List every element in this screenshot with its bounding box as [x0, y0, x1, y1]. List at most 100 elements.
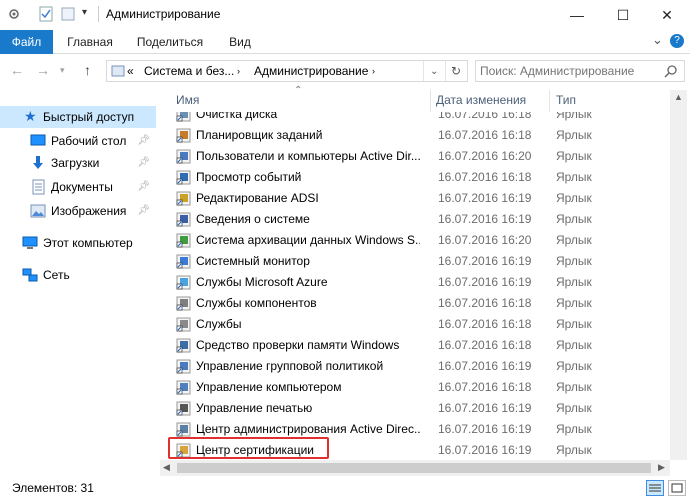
file-row[interactable]: Очистка диска 16.07.2016 16:18 Ярлык: [160, 112, 670, 125]
scroll-up-icon[interactable]: ▲: [674, 92, 683, 102]
breadcrumb-item[interactable]: Система и без...: [144, 64, 234, 78]
nav-item-this-pc[interactable]: Этот компьютер: [0, 232, 156, 254]
shortcut-icon: [176, 212, 191, 227]
column-divider[interactable]: [549, 90, 550, 112]
forward-arrow-icon[interactable]: →: [36, 62, 50, 78]
vertical-scrollbar[interactable]: ▲: [670, 90, 687, 460]
column-divider[interactable]: [430, 90, 431, 112]
file-row[interactable]: Средство проверки памяти Windows 16.07.20…: [160, 335, 670, 356]
breadcrumb-separator-icon[interactable]: ›: [372, 66, 375, 76]
file-type: Ярлык: [556, 380, 592, 394]
file-row[interactable]: Системный монитор 16.07.2016 16:19 Ярлык: [160, 251, 670, 272]
file-type: Ярлык: [556, 149, 592, 163]
large-icons-view-icon: [671, 483, 683, 493]
file-name: Центр администрирования Active Direc...: [196, 422, 420, 436]
scrollbar-thumb[interactable]: [177, 463, 651, 473]
breadcrumb-separator-icon[interactable]: ›: [237, 66, 240, 76]
properties-icon[interactable]: [6, 6, 22, 22]
file-name: Пользователи и компьютеры Active Dir...: [196, 149, 420, 163]
file-row[interactable]: Просмотр событий 16.07.2016 16:18 Ярлык: [160, 167, 670, 188]
file-name: Управление печатью: [196, 401, 313, 415]
nav-item-quick-access[interactable]: ★ Быстрый доступ: [0, 106, 156, 128]
shortcut-icon: [176, 380, 191, 395]
titlebar-divider: [98, 6, 99, 22]
file-row[interactable]: Службы компонентов 16.07.2016 16:18 Ярлык: [160, 293, 670, 314]
window-title: Администрирование: [106, 7, 221, 21]
search-box[interactable]: [475, 60, 685, 82]
scroll-left-icon[interactable]: ◀: [163, 462, 170, 473]
back-arrow-icon[interactable]: ←: [10, 62, 24, 78]
maximize-button[interactable]: ☐: [600, 0, 646, 30]
tab-share[interactable]: Поделиться: [130, 30, 210, 54]
file-row[interactable]: Службы 16.07.2016 16:18 Ярлык: [160, 314, 670, 335]
tab-home[interactable]: Главная: [60, 30, 120, 54]
nav-item-downloads[interactable]: Загрузки 📌︎: [0, 152, 156, 174]
column-header-type[interactable]: Тип: [556, 93, 576, 107]
scroll-right-icon[interactable]: ▶: [658, 462, 665, 473]
new-folder-icon[interactable]: [60, 6, 76, 22]
file-date: 16.07.2016 16:18: [438, 317, 532, 331]
nav-item-label: Быстрый доступ: [43, 110, 135, 124]
file-type: Ярлык: [556, 212, 592, 226]
file-date: 16.07.2016 16:19: [438, 422, 532, 436]
file-name: Управление компьютером: [196, 380, 342, 394]
search-icon[interactable]: [664, 64, 678, 78]
search-input[interactable]: [480, 63, 656, 79]
nav-item-desktop[interactable]: Рабочий стол 📌︎: [0, 130, 156, 152]
refresh-icon[interactable]: ↻: [451, 64, 461, 78]
shortcut-icon: [176, 317, 191, 332]
nav-item-documents[interactable]: Документы 📌︎: [0, 176, 156, 198]
quick-access-dropdown-icon[interactable]: ▾: [82, 7, 87, 18]
address-divider: [445, 61, 446, 81]
details-view-icon: [649, 484, 661, 492]
help-icon[interactable]: ?: [670, 34, 684, 48]
file-date: 16.07.2016 16:18: [438, 170, 532, 184]
checkmark-doc-icon[interactable]: [38, 6, 54, 22]
nav-item-network[interactable]: Сеть: [0, 264, 156, 286]
close-button[interactable]: ✕: [644, 0, 690, 30]
file-name: Просмотр событий: [196, 170, 302, 184]
nav-item-label: Сеть: [43, 268, 70, 282]
file-row[interactable]: Управление печатью 16.07.2016 16:19 Ярлык: [160, 398, 670, 419]
file-row[interactable]: Планировщик заданий 16.07.2016 16:18 Ярлык: [160, 125, 670, 146]
file-name: Средство проверки памяти Windows: [196, 338, 400, 352]
up-arrow-icon[interactable]: ↑: [84, 62, 91, 78]
maximize-icon: ☐: [616, 6, 630, 23]
file-type: Ярлык: [556, 317, 592, 331]
large-icons-view-button[interactable]: [668, 480, 686, 496]
column-header-name[interactable]: Имя: [176, 93, 199, 107]
file-date: 16.07.2016 16:18: [438, 296, 532, 310]
address-dropdown-icon[interactable]: ⌄: [430, 66, 438, 77]
column-header-date[interactable]: Дата изменения: [436, 93, 526, 107]
file-date: 16.07.2016 16:19: [438, 254, 532, 268]
pin-icon[interactable]: 📌︎: [137, 135, 150, 146]
pin-icon[interactable]: 📌︎: [137, 181, 150, 192]
nav-item-pictures[interactable]: Изображения 📌︎: [0, 200, 156, 222]
file-row[interactable]: Службы Microsoft Azure 16.07.2016 16:19 Яр…: [160, 272, 670, 293]
details-view-button[interactable]: [646, 480, 664, 496]
address-bar[interactable]: « Система и без... › Администрирование ›…: [106, 60, 468, 82]
tab-view[interactable]: Вид: [220, 30, 260, 54]
file-row[interactable]: Управление компьютером 16.07.2016 16:18 Яр…: [160, 377, 670, 398]
ribbon-collapse-icon[interactable]: ⌄: [652, 32, 663, 48]
file-row[interactable]: Сведения о системе 16.07.2016 16:19 Ярлык: [160, 209, 670, 230]
nav-item-label: Этот компьютер: [43, 236, 133, 250]
file-date: 16.07.2016 16:18: [438, 128, 532, 142]
breadcrumb-item[interactable]: Администрирование: [254, 64, 368, 78]
file-row[interactable]: Пользователи и компьютеры Active Dir... 1…: [160, 146, 670, 167]
pin-icon[interactable]: 📌︎: [137, 205, 150, 216]
file-type: Ярлык: [556, 338, 592, 352]
file-name: Планировщик заданий: [196, 128, 323, 142]
network-icon: [22, 268, 38, 282]
shortcut-icon: [176, 254, 191, 269]
pin-icon[interactable]: 📌︎: [137, 157, 150, 168]
file-date: 16.07.2016 16:18: [438, 380, 532, 394]
file-row[interactable]: Редактирование ADSI 16.07.2016 16:19 Ярлык: [160, 188, 670, 209]
minimize-button[interactable]: —: [554, 0, 600, 30]
file-row[interactable]: Управление групповой политикой 16.07.2016…: [160, 356, 670, 377]
tab-file[interactable]: Файл: [0, 30, 53, 54]
shortcut-icon: [176, 170, 191, 185]
breadcrumb-overflow[interactable]: «: [127, 64, 134, 78]
recent-locations-icon[interactable]: ▾: [60, 65, 65, 76]
file-row[interactable]: Система архивации данных Windows S... 16.…: [160, 230, 670, 251]
